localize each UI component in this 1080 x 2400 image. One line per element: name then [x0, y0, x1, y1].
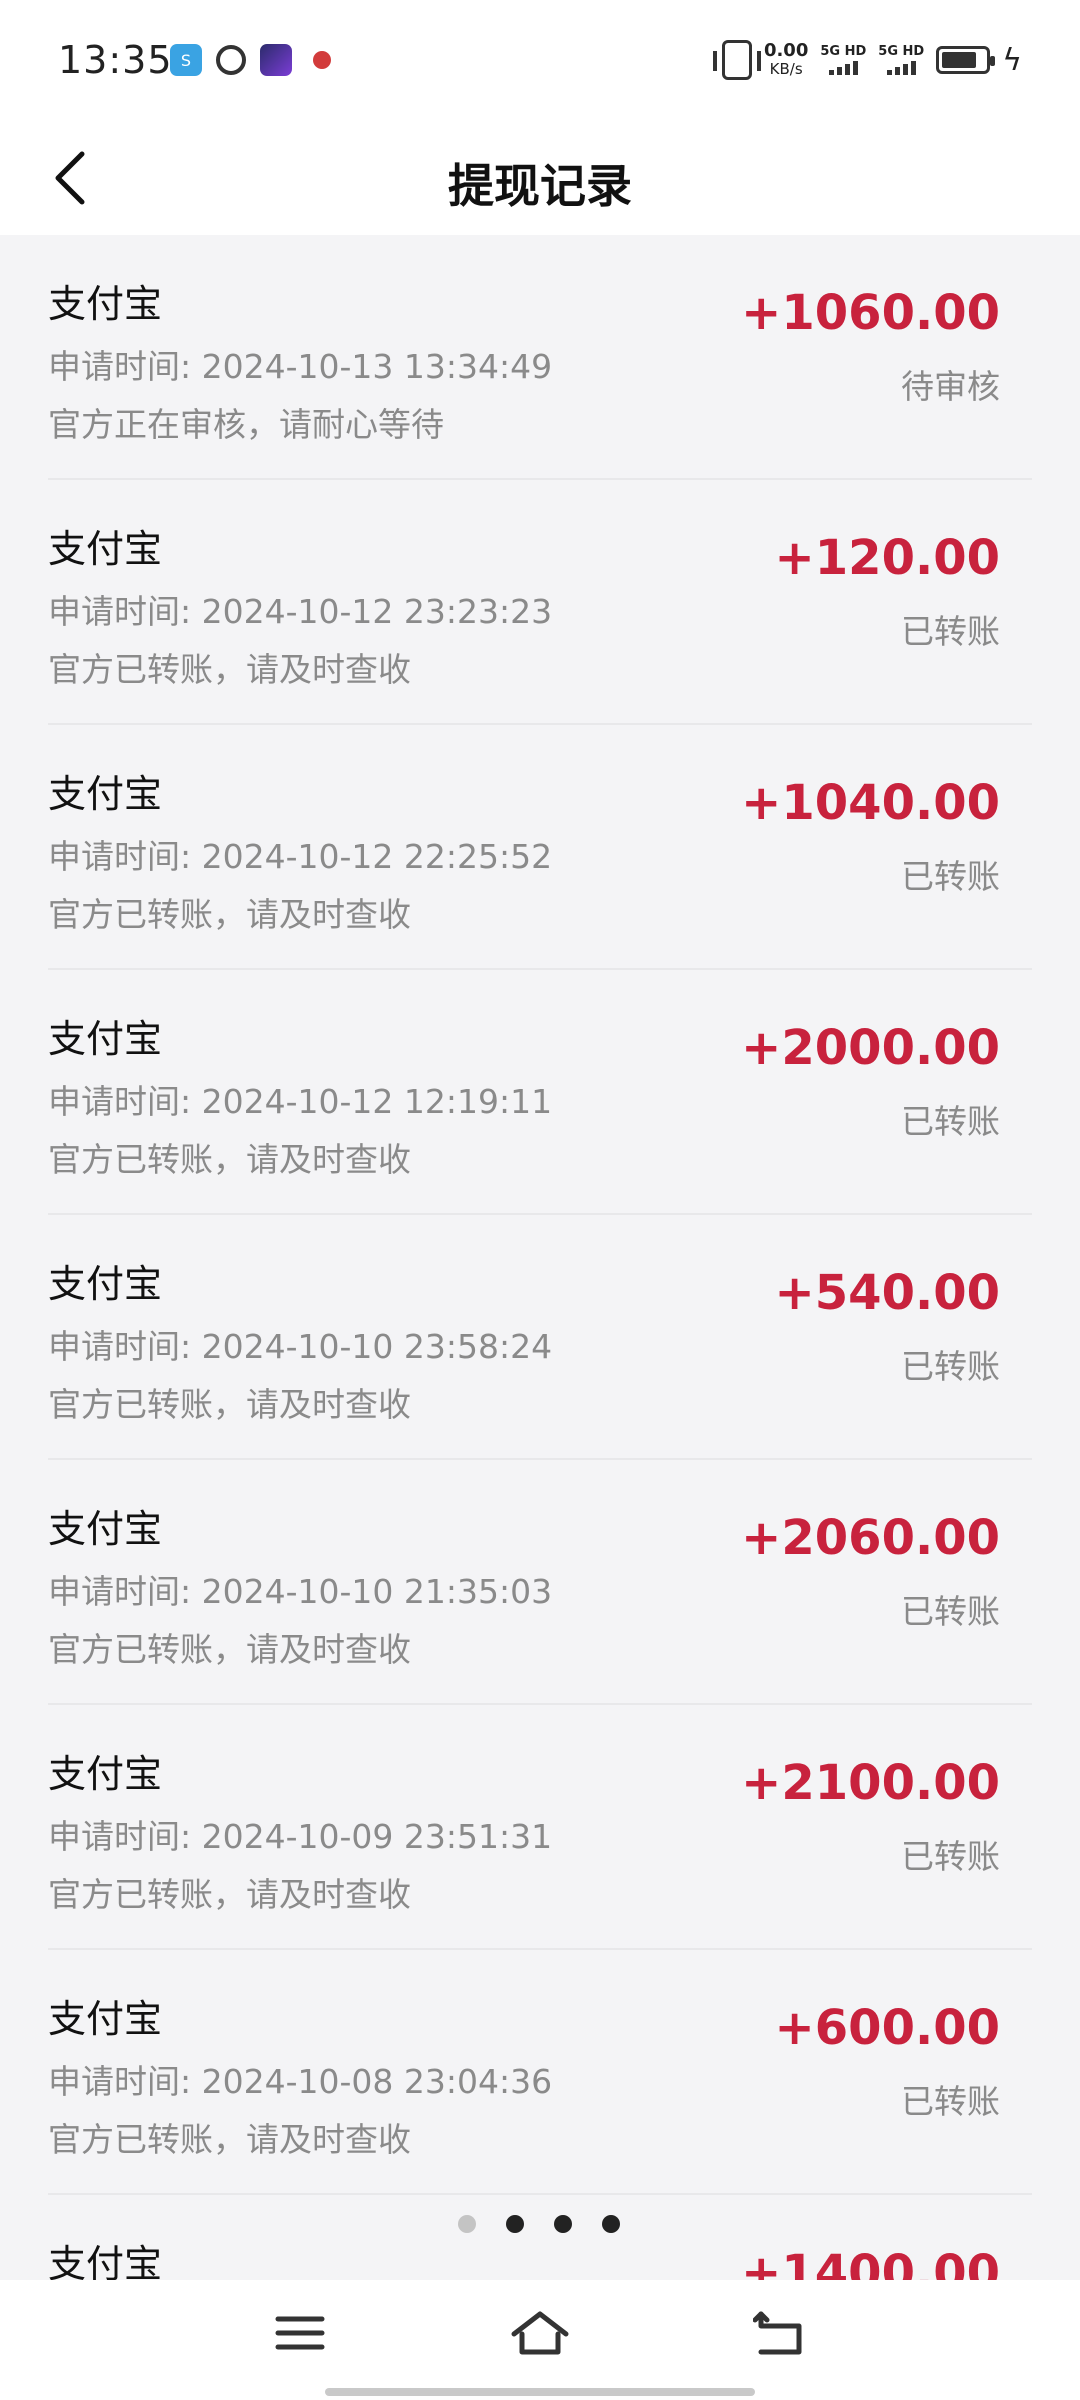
- record-note: 官方已转账，请及时查收: [48, 1140, 411, 1179]
- record-item[interactable]: 支付宝 申请时间: 2024-10-12 22:25:52 官方已转账，请及时查…: [0, 725, 1080, 970]
- record-amount: +600.00: [774, 2000, 1000, 2056]
- nav-home-button[interactable]: [495, 2298, 585, 2368]
- record-time: 申请时间: 2024-10-13 13:34:49: [48, 347, 553, 386]
- record-method: 支付宝: [48, 1752, 163, 1796]
- record-status: 已转账: [901, 1592, 1000, 1631]
- record-method: 支付宝: [48, 772, 163, 816]
- record-amount: +1040.00: [741, 775, 1000, 831]
- record-method: 支付宝: [48, 1997, 163, 2041]
- record-time: 申请时间: 2024-10-08 23:04:36: [48, 2062, 553, 2101]
- record-note: 官方正在审核，请耐心等待: [48, 405, 444, 444]
- record-time: 申请时间: 2024-10-12 12:19:11: [48, 1082, 553, 1121]
- record-method: 支付宝: [48, 1017, 163, 1061]
- menu-icon: [275, 2316, 325, 2350]
- network-speed: 0.00 KB/s: [763, 40, 809, 79]
- record-method: 支付宝: [48, 282, 163, 326]
- record-item[interactable]: 支付宝 申请时间: 2024-10-10 21:35:03 官方已转账，请及时查…: [0, 1460, 1080, 1705]
- record-item[interactable]: 支付宝 申请时间: 2024-10-13 13:34:49 官方正在审核，请耐心…: [0, 235, 1080, 480]
- page-title: 提现记录: [448, 159, 632, 213]
- record-time: 申请时间: 2024-10-10 23:58:24: [48, 1327, 553, 1366]
- sim1-signal-icon: 5G HD: [820, 45, 866, 75]
- record-item[interactable]: 支付宝 申请时间: 2024-10-10 23:58:24 官方已转账，请及时查…: [0, 1215, 1080, 1460]
- record-amount: +2060.00: [741, 1510, 1000, 1566]
- record-amount: +120.00: [774, 530, 1000, 586]
- record-status: 已转账: [901, 1837, 1000, 1876]
- home-indicator[interactable]: [325, 2388, 755, 2396]
- system-nav-bar: [0, 2280, 1080, 2400]
- record-method: 支付宝: [48, 1507, 163, 1551]
- header-bar: 提现记录: [0, 120, 1080, 235]
- page-dot[interactable]: [602, 2215, 620, 2233]
- record-method: 支付宝: [48, 527, 163, 571]
- notification-icons: S: [170, 44, 338, 76]
- record-amount: +2100.00: [741, 1755, 1000, 1811]
- record-note: 官方已转账，请及时查收: [48, 895, 411, 934]
- record-status: 已转账: [901, 612, 1000, 651]
- record-time: 申请时间: 2024-10-12 23:23:23: [48, 592, 553, 631]
- record-note: 官方已转账，请及时查收: [48, 1385, 411, 1424]
- record-item[interactable]: 支付宝 申请时间: 2024-10-12 12:19:11 官方已转账，请及时查…: [0, 970, 1080, 1215]
- home-icon: [511, 2311, 569, 2355]
- charging-icon: ϟ: [1002, 42, 1022, 78]
- battery-icon: [936, 46, 996, 74]
- record-status: 已转账: [901, 1102, 1000, 1141]
- record-item[interactable]: 支付宝 申请时间: 2024-10-08 23:04:36 官方已转账，请及时查…: [0, 1950, 1080, 2195]
- status-bar: 13:35 S 0.00 KB/s 5G HD 5G HD ϟ: [0, 0, 1080, 120]
- record-time: 申请时间: 2024-10-10 21:35:03: [48, 1572, 553, 1611]
- record-note: 官方已转账，请及时查收: [48, 2120, 411, 2159]
- record-note: 官方已转账，请及时查收: [48, 650, 411, 689]
- record-amount: +1060.00: [741, 285, 1000, 341]
- screen: 13:35 S 0.00 KB/s 5G HD 5G HD ϟ 提现记录 支付宝…: [0, 0, 1080, 2400]
- page-dot[interactable]: [458, 2215, 476, 2233]
- record-status: 已转账: [901, 857, 1000, 896]
- record-method: 支付宝: [48, 1262, 163, 1306]
- app-notification-icon: S: [170, 44, 202, 76]
- nav-back-button[interactable]: [735, 2298, 825, 2368]
- link-notification-icon: [216, 45, 246, 75]
- withdrawal-record-list: 支付宝 申请时间: 2024-10-13 13:34:49 官方正在审核，请耐心…: [0, 235, 1080, 2400]
- status-indicators: 0.00 KB/s 5G HD 5G HD ϟ: [712, 40, 1022, 80]
- record-time: 申请时间: 2024-10-09 23:51:31: [48, 1817, 553, 1856]
- record-amount: +2000.00: [741, 1020, 1000, 1076]
- video-notification-icon: [260, 44, 292, 76]
- record-status: 待审核: [901, 367, 1000, 406]
- page-dot[interactable]: [554, 2215, 572, 2233]
- record-amount: +540.00: [774, 1265, 1000, 1321]
- status-time: 13:35: [58, 38, 173, 82]
- record-note: 官方已转账，请及时查收: [48, 1630, 411, 1669]
- record-status: 已转账: [901, 2082, 1000, 2121]
- record-item[interactable]: 支付宝 申请时间: 2024-10-09 23:51:31 官方已转账，请及时查…: [0, 1705, 1080, 1950]
- record-note: 官方已转账，请及时查收: [48, 1875, 411, 1914]
- page-indicator: [458, 2215, 620, 2233]
- vibrate-icon: [712, 40, 761, 80]
- sim2-signal-icon: 5G HD: [878, 45, 924, 75]
- record-item[interactable]: 支付宝 申请时间: 2024-10-12 23:23:23 官方已转账，请及时查…: [0, 480, 1080, 725]
- page-dot[interactable]: [506, 2215, 524, 2233]
- nav-menu-button[interactable]: [255, 2298, 345, 2368]
- record-status: 已转账: [901, 1347, 1000, 1386]
- back-icon: [753, 2311, 802, 2355]
- location-notification-icon: [306, 44, 338, 76]
- record-time: 申请时间: 2024-10-12 22:25:52: [48, 837, 553, 876]
